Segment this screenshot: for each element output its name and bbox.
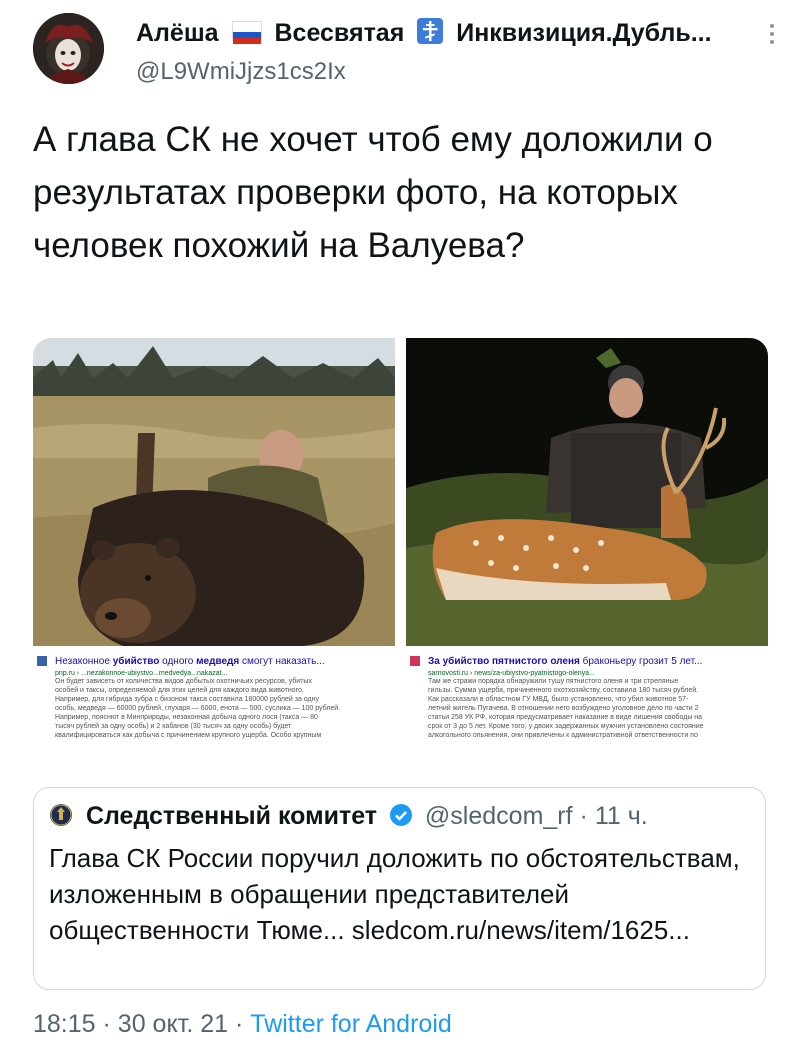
tweet-source-link[interactable]: Twitter for Android — [250, 1010, 451, 1038]
quoted-author-handle[interactable]: @sledcom_rf — [425, 802, 573, 830]
site-favicon-icon — [37, 656, 47, 666]
right-snippet-title[interactable]: За убийство пятнистого оленя браконьеру … — [410, 656, 764, 667]
tweet-date[interactable]: 30 окт. 21 — [118, 1010, 228, 1038]
sledcom-logo-icon — [49, 803, 73, 827]
footer-separator: · — [235, 1010, 244, 1038]
media-image-bear[interactable]: Незаконное убийство одного медведя смогу… — [33, 338, 395, 752]
more-options-icon[interactable] — [768, 22, 776, 46]
author-name[interactable]: Алёша Всесвятая Инквизиция.Дубль... — [136, 18, 756, 50]
quoted-separator: · — [579, 802, 588, 830]
tweet-media[interactable]: Незаконное убийство одного медведя смогу… — [33, 338, 768, 752]
right-snippet-body: Там же стражи порядка обнаружили тушу пя… — [428, 678, 704, 739]
name-part-1: Алёша — [136, 18, 219, 47]
quoted-tweet-header: Следственный комитет @sledcom_rf · 11 ч. — [49, 802, 648, 831]
tweet-text: А глава СК не хочет чтоб ему доложили о … — [33, 120, 713, 265]
footer-separator: · — [102, 1010, 111, 1038]
left-snippet-url: pnp.ru › ...nezakonnoe-ubiystvo...medved… — [55, 670, 228, 677]
tweet-footer: 18:15 · 30 окт. 21 · Twitter for Android — [33, 1010, 452, 1039]
name-part-2: Всесвятая — [274, 18, 405, 47]
tweet-time[interactable]: 18:15 — [33, 1010, 96, 1038]
quoted-timestamp[interactable]: 11 ч. — [595, 802, 648, 830]
author-handle[interactable]: @L9WmiJjzs1cs2Ix — [136, 58, 346, 86]
quoted-tweet-text: Глава СК России поручил доложить по обст… — [49, 843, 740, 945]
russia-flag-icon — [231, 21, 262, 45]
quoted-tweet[interactable]: Следственный комитет @sledcom_rf · 11 ч.… — [33, 787, 766, 990]
verified-badge-icon — [389, 803, 413, 827]
quoted-author-name[interactable]: Следственный комитет — [86, 802, 377, 830]
tweet-header: Алёша Всесвятая Инквизиция.Дубль... @L9W… — [0, 0, 799, 100]
name-part-3: Инквизиция.Дубль... — [456, 18, 712, 47]
right-snippet-url: sarnovosti.ru › news/za-ubiystvo-pyatnis… — [428, 670, 595, 677]
media-image-deer[interactable]: За убийство пятнистого оленя браконьеру … — [406, 338, 768, 752]
site-favicon-icon — [410, 656, 420, 666]
author-avatar[interactable] — [33, 13, 104, 84]
left-snippet-title[interactable]: Незаконное убийство одного медведя смогу… — [37, 656, 391, 667]
left-snippet-body: Он будет зависеть от количества видов до… — [55, 678, 341, 739]
orthodox-cross-icon — [417, 18, 444, 45]
